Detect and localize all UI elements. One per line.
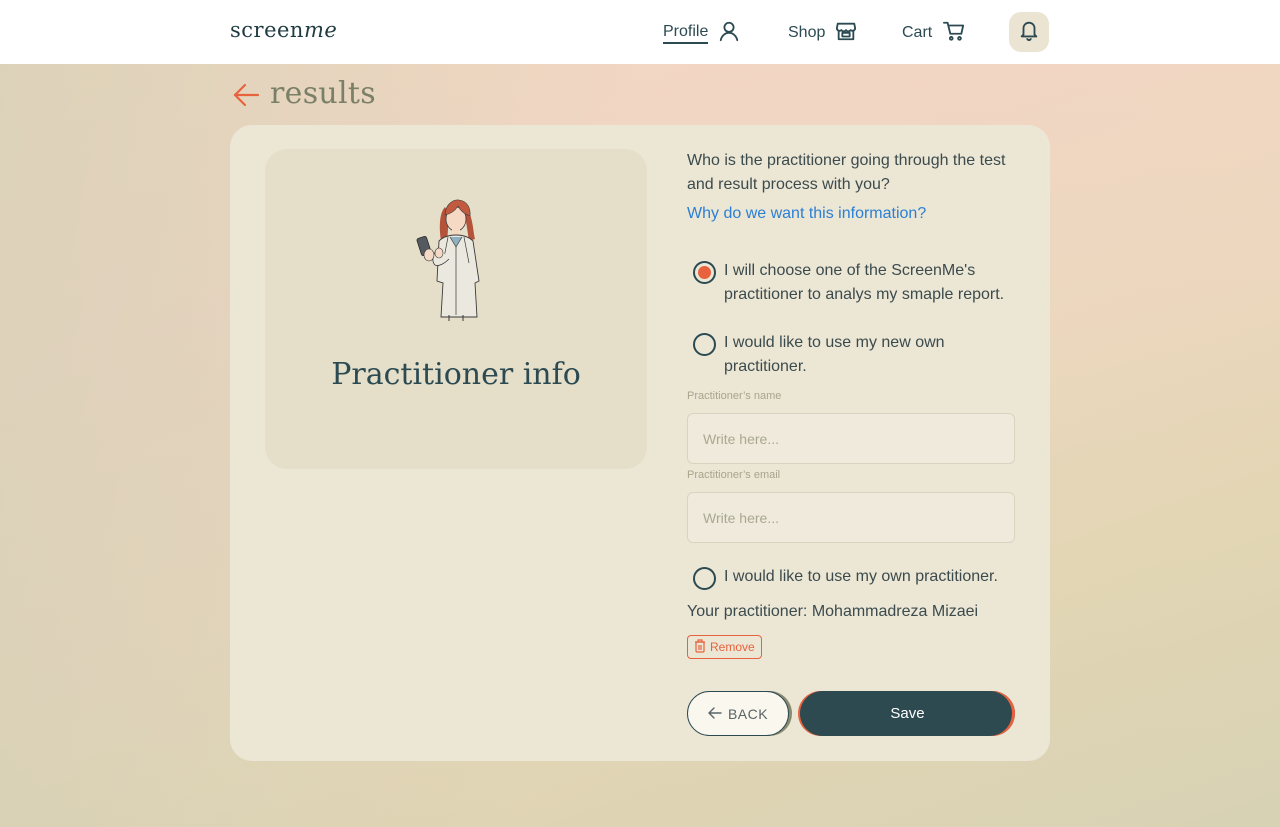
practitioner-illustration: [415, 197, 497, 325]
practitioner-email-label: Practitioner’s email: [687, 469, 781, 481]
save-label: Save: [890, 705, 925, 722]
cart-icon: [942, 20, 966, 47]
logo-text-screen: screen: [230, 18, 304, 42]
practitioner-name-input[interactable]: [687, 413, 1015, 464]
option-label: I would like to use my new own practitio…: [724, 334, 945, 375]
option-label: I would like to use my own practitioner.: [724, 568, 998, 585]
option-label: I will choose one of the ScreenMe's prac…: [724, 262, 1005, 303]
option-own-practitioner[interactable]: I would like to use my own practitioner.: [693, 565, 1023, 590]
practitioner-email-input[interactable]: [687, 492, 1015, 543]
radio-button[interactable]: [693, 567, 716, 590]
back-label: BACK: [727, 705, 769, 722]
notifications-button[interactable]: [1009, 12, 1049, 52]
practitioner-name-label: Practitioner’s name: [687, 390, 782, 402]
save-button[interactable]: Save: [800, 691, 1015, 736]
why-info-link[interactable]: Why do we want this information?: [687, 205, 926, 223]
user-icon: [718, 20, 740, 47]
your-practitioner-text: Your practitioner: Mohammadreza Mizaei: [687, 603, 979, 620]
form-question: Who is the practitioner going through th…: [687, 152, 1006, 193]
option-new-own-practitioner[interactable]: I would like to use my new own practitio…: [693, 331, 973, 379]
bell-icon: [1018, 19, 1040, 45]
info-panel-title: Practitioner info: [331, 357, 581, 392]
radio-button-checked[interactable]: [693, 261, 716, 284]
nav-cart-label: Cart: [902, 24, 933, 41]
remove-button[interactable]: Remove: [687, 635, 762, 659]
store-icon: [835, 20, 857, 47]
back-arrow-icon[interactable]: [232, 82, 260, 112]
nav-shop-label: Shop: [788, 24, 826, 41]
trash-icon: [694, 638, 706, 656]
radio-button[interactable]: [693, 333, 716, 356]
logo-text-me: me: [303, 18, 338, 42]
back-button[interactable]: BACK: [687, 691, 789, 736]
arrow-left-icon: [708, 706, 722, 722]
page-title: results: [270, 76, 376, 111]
main-card: Practitioner info Who is the practitione…: [230, 125, 1050, 761]
nav-cart[interactable]: Cart: [902, 20, 966, 46]
nav-profile-label: Profile: [663, 23, 709, 44]
info-panel: Practitioner info: [265, 149, 647, 469]
nav-shop[interactable]: Shop: [788, 20, 857, 46]
nav-profile[interactable]: Profile: [663, 20, 740, 46]
logo[interactable]: screenme: [230, 18, 337, 42]
remove-label: Remove: [710, 640, 755, 654]
option-screenme-practitioner[interactable]: I will choose one of the ScreenMe's prac…: [693, 259, 1013, 307]
top-header: screenme Profile Shop Cart: [0, 0, 1280, 64]
